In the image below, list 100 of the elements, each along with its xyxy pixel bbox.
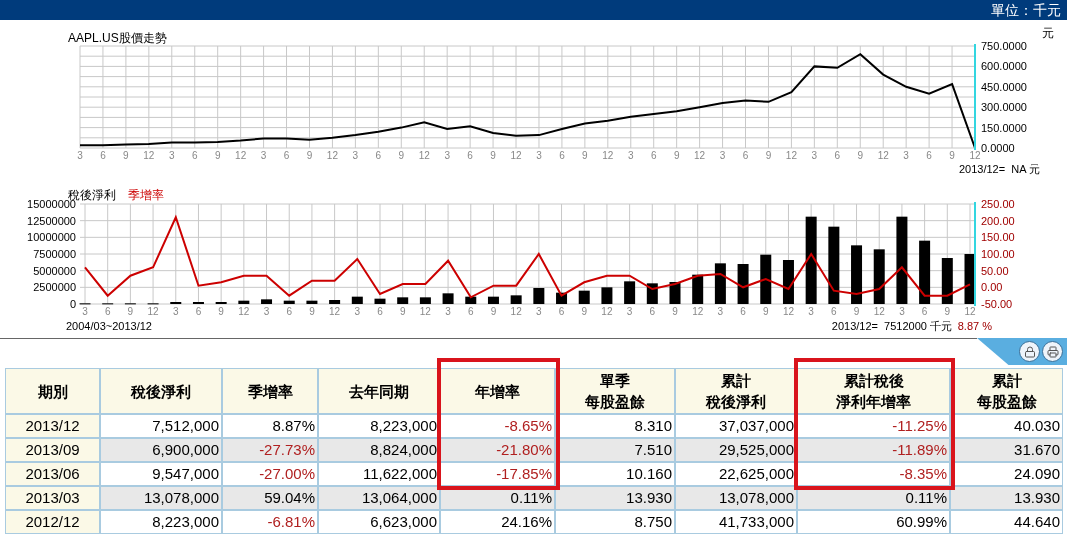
- x-tick-label: 6: [468, 306, 474, 317]
- profit-bar: [578, 290, 590, 304]
- table-cell: 7.510: [555, 438, 675, 462]
- table-cell: 44.640: [950, 510, 1063, 534]
- x-tick-label: 6: [375, 150, 382, 161]
- table-cell: 29,525,000: [675, 438, 797, 462]
- print-button[interactable]: [1042, 341, 1063, 362]
- x-tick-label: 6: [104, 306, 111, 317]
- lock-button[interactable]: [1019, 341, 1040, 362]
- profit-bar: [941, 258, 953, 304]
- x-tick-label: 6: [195, 306, 202, 317]
- x-tick-label: 9: [490, 306, 497, 317]
- y-tick-label: 250.00: [981, 198, 1015, 210]
- column-header: 去年同期: [318, 368, 440, 414]
- column-header: 期別: [5, 368, 100, 414]
- y-tick-label: 12500000: [27, 214, 76, 227]
- lock-icon: [1023, 345, 1036, 358]
- profit-bar: [351, 296, 363, 304]
- y-tick-label: 0: [69, 298, 76, 310]
- chart-title: AAPL.US股價走勢: [68, 31, 167, 45]
- x-tick-label: 12: [601, 306, 613, 317]
- profit-bar: [782, 260, 794, 304]
- table-cell: 41,733,000: [675, 510, 797, 534]
- y-tick-label: 750.0000: [981, 40, 1027, 52]
- x-tick-label: 12: [510, 150, 522, 161]
- table-cell: 24.16%: [440, 510, 555, 534]
- profit-bar: [487, 296, 499, 304]
- column-header: 年增率: [440, 368, 555, 414]
- table-cell: 6,623,000: [318, 510, 440, 534]
- x-tick-label: 12: [692, 306, 704, 317]
- table-cell: 24.090: [950, 462, 1063, 486]
- x-tick-label: 12: [147, 306, 159, 317]
- table-cell: 13.930: [555, 486, 675, 510]
- x-tick-label: 6: [834, 150, 841, 161]
- profit-bar: [261, 299, 273, 304]
- table-cell: 10.160: [555, 462, 675, 486]
- x-tick-label: 9: [763, 306, 769, 317]
- column-header: 累計稅後 淨利年增率: [797, 368, 950, 414]
- table-cell: -8.65%: [440, 414, 555, 438]
- table-cell: 13,078,000: [675, 486, 797, 510]
- x-tick-label: 9: [672, 306, 678, 317]
- x-tick-label: 6: [926, 150, 932, 161]
- y-tick-label: 2500000: [33, 281, 76, 294]
- y-tick-label: 7500000: [33, 248, 76, 260]
- profit-bar: [737, 264, 749, 304]
- x-tick-label: 12: [326, 150, 338, 161]
- table-cell: 13,078,000: [100, 486, 222, 510]
- table-cell: 13.930: [950, 486, 1063, 510]
- table-cell: 7,512,000: [100, 414, 222, 438]
- y-tick-label: 450.0000: [981, 80, 1027, 93]
- period-cell: 2012/12: [5, 510, 100, 534]
- x-tick-label: 9: [123, 150, 129, 161]
- table-cell: 40.030: [950, 414, 1063, 438]
- column-header: 季增率: [222, 368, 318, 414]
- profit-bar: [646, 283, 658, 304]
- x-tick-label: 6: [921, 306, 928, 317]
- x-tick-label: 6: [191, 150, 198, 161]
- x-tick-label: 9: [218, 306, 224, 317]
- y-tick-label: 50.00: [981, 264, 1009, 277]
- table-cell: 22,625,000: [675, 462, 797, 486]
- x-tick-label: 3: [169, 150, 175, 161]
- x-tick-label: 3: [717, 306, 724, 317]
- table-cell: -27.00%: [222, 462, 318, 486]
- table-cell: 11,622,000: [318, 462, 440, 486]
- x-tick-label: 3: [808, 306, 814, 317]
- x-tick-label: 3: [173, 306, 179, 317]
- x-tick-label: 6: [467, 150, 473, 161]
- y-tick-label: 0.0000: [981, 142, 1015, 154]
- axis-unit: 元: [1042, 26, 1054, 40]
- x-tick-label: 3: [77, 150, 83, 161]
- y-tick-label: 10000000: [27, 231, 76, 244]
- x-tick-label: 3: [811, 150, 818, 161]
- profit-bar: [851, 245, 863, 304]
- y-tick-label: 150.00: [981, 231, 1015, 244]
- x-tick-label: 3: [354, 306, 361, 317]
- table-cell: 13,064,000: [318, 486, 440, 510]
- x-tick-label: 12: [235, 150, 247, 161]
- x-tick-label: 6: [100, 150, 106, 161]
- date-range-label: 2004/03~2013/12: [66, 320, 152, 332]
- current-value-label: 2013/12= NA 元: [958, 163, 1040, 175]
- profit-bar: [374, 298, 386, 304]
- profit-bar: [556, 292, 568, 304]
- x-tick-label: 9: [582, 150, 588, 161]
- x-tick-label: 12: [602, 150, 614, 161]
- x-tick-label: 6: [650, 150, 657, 161]
- period-cell: 2013/06: [5, 462, 100, 486]
- table-cell: 8.310: [555, 414, 675, 438]
- x-tick-label: 12: [964, 306, 976, 317]
- x-tick-label: 6: [283, 150, 290, 161]
- x-tick-label: 9: [490, 150, 496, 161]
- column-header: 累計 稅後淨利: [675, 368, 797, 414]
- profit-bar: [692, 274, 704, 304]
- table-cell: 8,223,000: [318, 414, 440, 438]
- printer-icon: [1046, 345, 1059, 358]
- profit-bar: [873, 249, 885, 304]
- x-tick-label: 6: [649, 306, 656, 317]
- x-tick-label: 3: [263, 306, 270, 317]
- table-cell: 8,824,000: [318, 438, 440, 462]
- x-tick-label: 12: [418, 150, 430, 161]
- x-tick-label: 6: [742, 150, 749, 161]
